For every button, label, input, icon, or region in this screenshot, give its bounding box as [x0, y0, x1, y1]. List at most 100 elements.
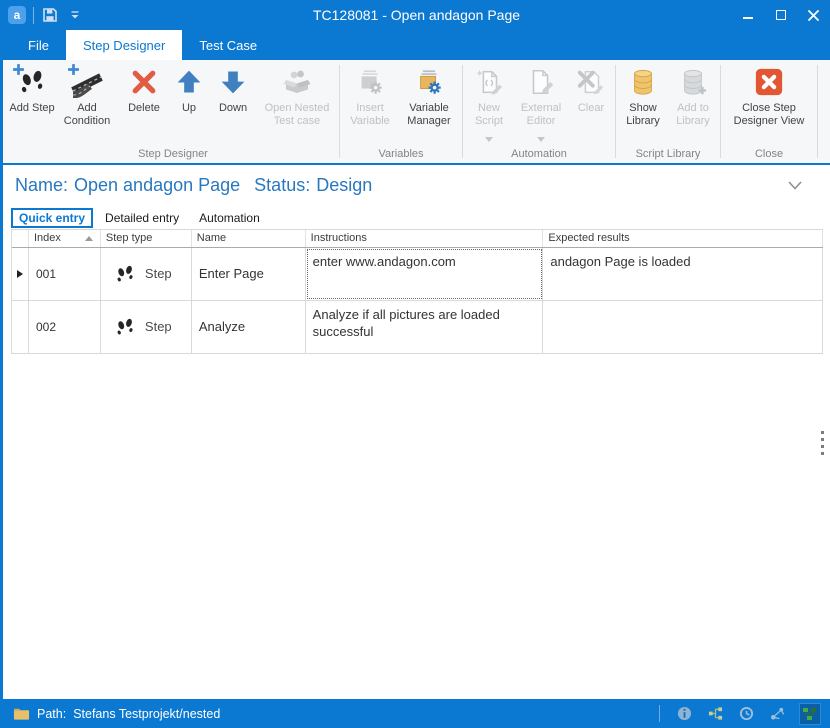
titlebar: a TC128081 - Open andagon Page — [3, 0, 830, 30]
add-step-icon — [15, 65, 49, 99]
status-label: Status: — [254, 175, 310, 196]
info-icon[interactable] — [675, 705, 693, 723]
close-button[interactable] — [797, 0, 830, 30]
move-down-button[interactable]: Down — [209, 60, 257, 147]
folder-icon — [12, 705, 30, 723]
name-value: Open andagon Page — [74, 175, 240, 196]
tab-detailed-entry[interactable]: Detailed entry — [97, 209, 187, 227]
app-icon[interactable]: a — [8, 6, 26, 24]
path-display: Path: Stefans Testprojekt/nested — [37, 707, 220, 721]
column-header-step-type[interactable]: Step type — [101, 230, 192, 247]
quick-access-toolbar: a — [3, 6, 84, 24]
history-icon[interactable] — [737, 705, 755, 723]
divider — [659, 705, 660, 722]
customize-quick-access-chevron-icon[interactable] — [66, 6, 84, 24]
entry-tab-bar: Quick entry Detailed entry Automation — [3, 207, 830, 229]
current-row-indicator[interactable] — [12, 248, 29, 300]
delete-icon — [127, 65, 161, 99]
cell-index[interactable]: 001 — [29, 248, 101, 300]
column-header-expected-results[interactable]: Expected results — [543, 230, 823, 247]
minimize-button[interactable] — [731, 0, 764, 30]
ribbon-group-label: Script Library — [618, 147, 718, 163]
ribbon-group-step-designer: Add Step Add Condition — [9, 60, 337, 163]
footprints-icon — [114, 316, 136, 338]
cell-expected-results[interactable] — [543, 301, 823, 353]
tab-file[interactable]: File — [11, 30, 66, 60]
show-library-button[interactable]: Show Library — [618, 60, 668, 147]
clear-icon — [574, 65, 608, 99]
app-window: a TC128081 - Open andagon Page — [0, 0, 830, 728]
insert-variable-icon — [353, 65, 387, 99]
column-header-name[interactable]: Name — [192, 230, 306, 247]
ribbon: Add Step Add Condition — [3, 60, 830, 165]
ribbon-group-automation: New Script External Editor — [465, 60, 613, 163]
variable-manager-button[interactable]: Variable Manager — [398, 60, 460, 147]
dependencies-icon[interactable] — [768, 705, 786, 723]
table-header-row: Index Step type Name Instructions Expect… — [12, 230, 823, 248]
path-label: Path: — [37, 707, 66, 721]
ribbon-group-divider — [817, 65, 818, 158]
cell-expected-results[interactable]: andagon Page is loaded — [543, 248, 823, 300]
main-content: Name: Open andagon Page Status: Design Q… — [3, 165, 830, 699]
ribbon-group-label: Close — [723, 147, 815, 163]
cell-index[interactable]: 002 — [29, 301, 101, 353]
add-to-library-button[interactable]: Add to Library — [668, 60, 718, 147]
tab-quick-entry[interactable]: Quick entry — [11, 208, 93, 228]
ribbon-tab-row: File Step Designer Test Case — [3, 30, 830, 60]
ribbon-group-divider — [462, 65, 463, 158]
delete-button[interactable]: Delete — [119, 60, 169, 147]
divider — [33, 7, 34, 24]
test-steps-icon[interactable] — [799, 703, 821, 725]
ribbon-group-divider — [615, 65, 616, 158]
path-value: Stefans Testprojekt/nested — [73, 707, 220, 721]
add-condition-icon — [70, 65, 104, 99]
move-up-button[interactable]: Up — [169, 60, 209, 147]
window-title: TC128081 - Open andagon Page — [3, 7, 830, 23]
ribbon-group-label: Variables — [342, 147, 460, 163]
column-header-instructions[interactable]: Instructions — [306, 230, 544, 247]
show-library-icon — [626, 65, 660, 99]
external-editor-button[interactable]: External Editor — [513, 60, 569, 147]
chevron-down-icon[interactable] — [788, 177, 802, 195]
ribbon-group-script-library: Show Library Add to Library Script Libra… — [618, 60, 718, 163]
cell-step-type[interactable]: Step — [101, 248, 192, 300]
close-step-designer-view-button[interactable]: Close Step Designer View — [723, 60, 815, 147]
add-condition-button[interactable]: Add Condition — [55, 60, 119, 147]
cell-name[interactable]: Enter Page — [192, 248, 306, 300]
name-label: Name: — [15, 175, 68, 196]
row-indicator[interactable] — [12, 301, 29, 353]
ribbon-group-divider — [720, 65, 721, 158]
hierarchy-icon[interactable] — [706, 705, 724, 723]
add-to-library-icon — [676, 65, 710, 99]
add-step-button[interactable]: Add Step — [9, 60, 55, 147]
ribbon-group-divider — [339, 65, 340, 158]
status-value: Design — [316, 175, 372, 196]
tab-automation[interactable]: Automation — [191, 209, 268, 227]
footprints-icon — [114, 263, 136, 285]
tab-step-designer[interactable]: Step Designer — [66, 30, 182, 60]
close-step-designer-icon — [752, 65, 786, 99]
plus-icon — [67, 63, 80, 81]
column-header-index[interactable]: Index — [29, 230, 101, 247]
row-indicator-header — [12, 230, 29, 247]
cell-name[interactable]: Analyze — [192, 301, 306, 353]
panel-splitter-handle[interactable] — [821, 431, 824, 455]
cell-step-type[interactable]: Step — [101, 301, 192, 353]
table-row: 002 Step Analyze Analyze if all pictures… — [12, 301, 823, 354]
save-icon[interactable] — [41, 6, 59, 24]
maximize-button[interactable] — [764, 0, 797, 30]
ribbon-group-close: Close Step Designer View Close — [723, 60, 815, 163]
clear-button[interactable]: Clear — [569, 60, 613, 147]
maximize-icon — [776, 10, 786, 20]
open-nested-test-case-button[interactable]: Open Nested Test case — [257, 60, 337, 147]
plus-icon — [12, 63, 25, 81]
window-controls — [731, 0, 830, 30]
arrow-down-icon — [216, 65, 250, 99]
statusbar-toggles — [659, 703, 821, 725]
cell-instructions[interactable]: enter www.andagon.com — [306, 248, 544, 300]
insert-variable-button[interactable]: Insert Variable — [342, 60, 398, 147]
cell-instructions[interactable]: Analyze if all pictures are loaded succe… — [306, 301, 544, 353]
tab-test-case[interactable]: Test Case — [182, 30, 274, 60]
variable-manager-icon — [412, 65, 446, 99]
new-script-button[interactable]: New Script — [465, 60, 513, 147]
